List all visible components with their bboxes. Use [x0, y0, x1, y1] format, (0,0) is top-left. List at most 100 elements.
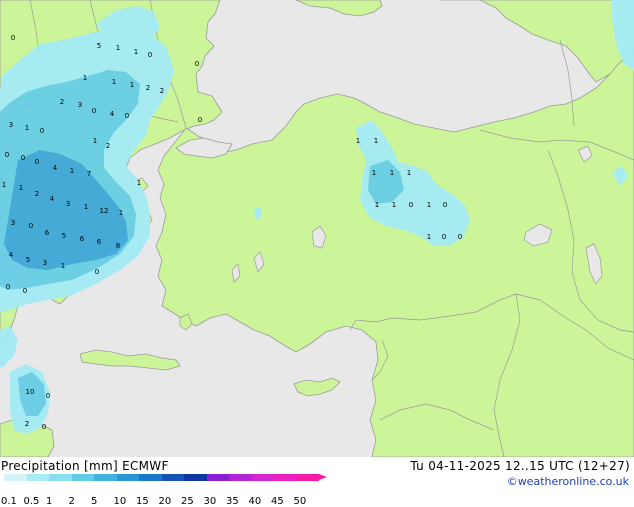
precip-point-value: 0 [443, 201, 447, 209]
precip-point-value: 3 [11, 219, 15, 227]
precip-point-value: 2 [106, 142, 110, 150]
precip-point-value: 8 [116, 242, 120, 250]
scale-swatch [206, 474, 229, 481]
precip-point-value: 1 [116, 44, 120, 52]
scale-tick-label: 0.1 [1, 496, 17, 507]
precip-point-value: 0 [409, 201, 413, 209]
scale-tick-label: 45 [271, 496, 284, 507]
scale-swatch [49, 474, 72, 481]
precip-point-value: 0 [442, 233, 446, 241]
precip-point-value: 1 [70, 167, 74, 175]
scale-swatch [116, 474, 139, 481]
scale-tick-label: 5 [91, 496, 98, 507]
precip-point-value: 0 [42, 423, 46, 431]
precip-point-value: 7 [87, 170, 91, 178]
precip-point-value: 1 [427, 201, 431, 209]
precip-point-value: 0 [21, 154, 25, 162]
scale-tick-label: 25 [181, 496, 194, 507]
scale-swatch [161, 474, 184, 481]
scale-tick-label: 35 [226, 496, 239, 507]
precip-point-value: 5 [97, 42, 101, 50]
precip-point-value: 1 [427, 233, 431, 241]
precip-point-value: 1 [112, 78, 116, 86]
precip-point-value: 3 [78, 101, 82, 109]
precip-point-value: 0 [148, 51, 152, 59]
precip-point-value: 1 [137, 179, 141, 187]
precip-point-value: 0 [458, 233, 462, 241]
precip-point-value: 2 [160, 87, 164, 95]
precip-point-value: 3 [9, 121, 13, 129]
scale-swatch [296, 474, 319, 481]
precip-point-value: 0 [29, 222, 33, 230]
precip-point-value: 5 [62, 232, 66, 240]
precip-point-value: 2 [60, 98, 64, 106]
precip-point-value: 4 [53, 164, 58, 172]
precip-point-value: 0 [198, 116, 202, 124]
precip-point-value: 1 [19, 184, 23, 192]
precip-point-value: 0 [6, 283, 10, 291]
precip-point-value: 1 [2, 181, 6, 189]
scale-tick-label: 15 [136, 496, 149, 507]
scale-swatch [184, 474, 207, 481]
precip-point-value: 1 [83, 74, 87, 82]
precip-point-value: 1 [84, 203, 88, 211]
precip-point-value: 0 [195, 60, 199, 68]
precip-point-value: 0 [40, 127, 44, 135]
precip-point-value: 0 [46, 392, 50, 400]
precip-point-value: 1 [374, 137, 378, 145]
scale-tick-label: 10 [113, 496, 127, 507]
precip-point-value: 1 [130, 81, 134, 89]
scale-tick-label: 50 [293, 496, 307, 507]
precip-point-value: 1 [356, 137, 360, 145]
precip-point-value: 6 [80, 235, 85, 243]
scale-swatch [71, 474, 94, 481]
source-credit[interactable]: ©weatheronline.co.uk [507, 475, 629, 489]
scale-tick-label: 0.5 [23, 496, 40, 507]
precip-point-value: 3 [66, 200, 70, 208]
footer: Precipitation [mm] ECMWF Tu 04-11-2025 1… [0, 457, 634, 507]
precip-point-value: 0 [92, 107, 96, 115]
chart-title: Precipitation [mm] ECMWF [1, 459, 169, 473]
scale-swatch [139, 474, 162, 481]
precip-point-value: 4 [9, 251, 14, 259]
precip-point-value: 10 [26, 388, 35, 396]
precip-point-value: 1 [372, 169, 376, 177]
precip-point-value: 3 [43, 259, 47, 267]
precip-point-value: 2 [25, 420, 29, 428]
precip-point-value: 2 [146, 84, 150, 92]
scale-swatch [4, 474, 27, 481]
precip-point-value: 1 [25, 124, 29, 132]
scale-tick-label: 30 [203, 496, 217, 507]
scale-swatch [229, 474, 252, 481]
precip-point-value: 1 [119, 209, 123, 217]
scale-swatch [274, 474, 297, 481]
scale-arrow-icon [319, 474, 327, 480]
precip-point-value: 1 [61, 262, 65, 270]
scale-tick-label: 40 [248, 496, 262, 507]
precip-point-value: 1 [392, 201, 396, 209]
precip-point-value: 0 [23, 287, 27, 295]
precip-point-value: 4 [50, 195, 55, 203]
scale-tick-label: 1 [46, 496, 53, 507]
scale-swatch [26, 474, 49, 481]
precip-point-value: 12 [100, 207, 109, 215]
precip-point-value: 0 [11, 34, 15, 42]
precip-point-value: 1 [407, 169, 411, 177]
scale-tick-label: 20 [158, 496, 172, 507]
scale-tick-label: 2 [68, 496, 75, 507]
precip-point-value: 6 [97, 238, 102, 246]
precip-point-value: 6 [45, 229, 50, 237]
precip-point-value: 5 [26, 256, 30, 264]
precip-point-value: 0 [125, 112, 129, 120]
scale-swatch [94, 474, 117, 481]
precip-point-value: 2 [35, 190, 39, 198]
precip-point-value: 1 [93, 137, 97, 145]
precip-point-value: 4 [110, 110, 115, 118]
precip-point-value: 1 [375, 201, 379, 209]
precip-point-value: 0 [35, 158, 39, 166]
precip-point-value: 1 [134, 48, 138, 56]
precipitation-map: 0 5 1 1 0 1 1 1 2 2 2 3 0 4 0 3 1 0 1 2 0 0 0 4 1 7 1 1 2 4 3 1 12 1 1 3 0 6 5… [0, 0, 634, 457]
precip-point-value: 0 [5, 151, 9, 159]
precip-point-value: 1 [390, 169, 394, 177]
scale-swatch [251, 474, 274, 481]
